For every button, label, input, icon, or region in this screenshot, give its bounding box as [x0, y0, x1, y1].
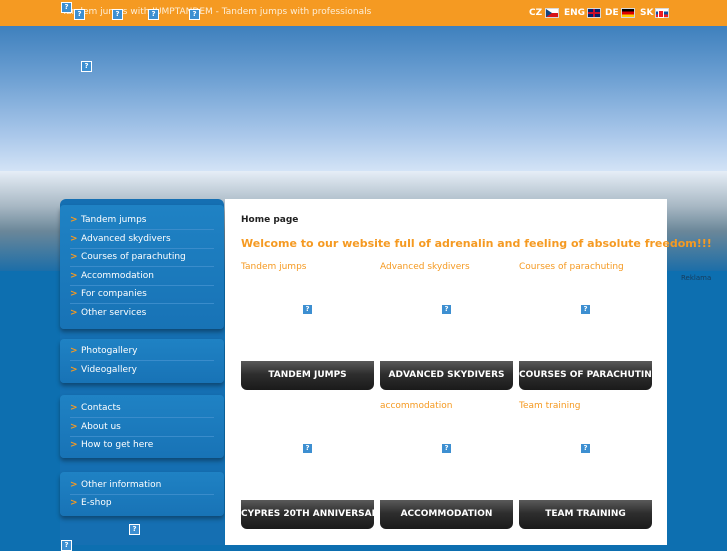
team-training-button[interactable]: TEAM TRAINING — [519, 500, 652, 529]
main-content: Home page Welcome to our website full of… — [225, 199, 712, 545]
lang-cz-link[interactable]: CZ — [529, 8, 542, 18]
tile-courses[interactable]: Courses of parachuting ? COURSES OF PARA… — [519, 262, 659, 395]
sidebar-item-other-information[interactable]: > Other information — [70, 476, 214, 495]
chevron-right-icon: > — [70, 346, 78, 356]
broken-image-icon: ? — [61, 2, 72, 13]
german-flag-icon[interactable] — [621, 8, 635, 18]
broken-image-icon: ? — [61, 540, 72, 551]
sidebar: > Tandem jumps > Advanced skydivers > Cours… — [60, 199, 224, 545]
tile-link[interactable]: Courses of parachuting — [519, 262, 624, 272]
broken-image-icon: ? — [74, 9, 85, 20]
tile-accommodation[interactable]: accommodation ? ACCOMMODATION — [380, 401, 513, 534]
accommodation-button[interactable]: ACCOMMODATION — [380, 500, 513, 529]
menu-group-info: > Contacts > About us > How to get here — [60, 395, 224, 458]
chevron-right-icon: > — [70, 234, 78, 244]
broken-image-icon[interactable]: ? — [580, 304, 591, 315]
chevron-right-icon: > — [70, 365, 78, 375]
broken-image-icon: ? — [148, 9, 159, 20]
lang-sk-link[interactable]: SK — [640, 8, 653, 18]
ad-label: Reklama — [681, 274, 712, 282]
sidebar-item-contacts[interactable]: > Contacts — [70, 399, 214, 418]
chevron-right-icon: > — [70, 403, 78, 413]
sidebar-item-for-companies[interactable]: > For companies — [70, 285, 214, 304]
top-bar: Tandem jumps with JUMPTANDEM - Tandem ju… — [0, 0, 727, 26]
broken-image-icon: ? — [112, 9, 123, 20]
courses-of-parachuting-button[interactable]: COURSES OF PARACHUTING — [519, 361, 659, 390]
tile-link[interactable]: accommodation — [380, 401, 452, 411]
sidebar-item-other-services[interactable]: > Other services — [70, 304, 214, 322]
sidebar-item-photogallery[interactable]: > Photogallery — [70, 342, 214, 361]
chevron-right-icon: > — [70, 480, 78, 490]
tile-team-training[interactable]: Team training ? TEAM TRAINING — [519, 401, 652, 534]
page-title: Home page — [241, 215, 299, 225]
broken-image-icon[interactable]: ? — [580, 443, 591, 454]
chevron-right-icon: > — [70, 271, 78, 281]
broken-image-icon[interactable]: ? — [441, 304, 452, 315]
tile-link[interactable]: Advanced skydivers — [380, 262, 470, 272]
chevron-right-icon: > — [70, 308, 78, 318]
advanced-skydivers-button[interactable]: ADVANCED SKYDIVERS — [380, 361, 513, 390]
chevron-right-icon: > — [70, 215, 78, 225]
sidebar-item-e-shop[interactable]: > E-shop — [70, 494, 214, 512]
site-tagline: Tandem jumps with JUMPTANDEM - Tandem ju… — [62, 7, 372, 17]
sidebar-item-courses[interactable]: > Courses of parachuting — [70, 248, 214, 267]
broken-logo-icon[interactable]: ? — [81, 61, 92, 72]
menu-group-services: > Tandem jumps > Advanced skydivers > Cours… — [60, 205, 224, 329]
slovak-flag-icon[interactable] — [655, 8, 669, 18]
chevron-right-icon: > — [70, 440, 78, 450]
uk-flag-icon[interactable] — [587, 8, 601, 18]
tile-cypres[interactable]: ? CYPRES 20TH ANNIVERSARY — [241, 401, 385, 534]
tile-link[interactable]: Tandem jumps — [241, 262, 306, 272]
chevron-right-icon: > — [70, 252, 78, 262]
czech-flag-icon[interactable] — [545, 8, 559, 18]
broken-image-icon[interactable]: ? — [302, 443, 313, 454]
header-sky-banner — [0, 26, 727, 171]
sidebar-item-accommodation[interactable]: > Accommodation — [70, 267, 214, 286]
cypres-anniversary-button[interactable]: CYPRES 20TH ANNIVERSARY — [241, 500, 385, 529]
tile-tandem-jumps[interactable]: Tandem jumps ? TANDEM JUMPS — [241, 262, 374, 395]
sidebar-item-how-to-get-here[interactable]: > How to get here — [70, 436, 214, 454]
broken-image-icon: ? — [189, 9, 200, 20]
sidebar-item-about-us[interactable]: > About us — [70, 418, 214, 437]
lang-de-link[interactable]: DE — [605, 8, 619, 18]
sidebar-item-videogallery[interactable]: > Videogallery — [70, 361, 214, 379]
tile-link[interactable]: Team training — [519, 401, 581, 411]
broken-image-icon: ? — [129, 524, 140, 535]
sidebar-item-tandem-jumps[interactable]: > Tandem jumps — [70, 211, 214, 230]
welcome-heading: Welcome to our website full of adrenalin… — [241, 237, 712, 250]
chevron-right-icon: > — [70, 289, 78, 299]
chevron-right-icon: > — [70, 422, 78, 432]
broken-image-icon[interactable]: ? — [302, 304, 313, 315]
tandem-jumps-button[interactable]: TANDEM JUMPS — [241, 361, 374, 390]
lang-eng-link[interactable]: ENG — [564, 8, 585, 18]
chevron-right-icon: > — [70, 498, 78, 508]
menu-group-gallery: > Photogallery > Videogallery — [60, 339, 224, 383]
tile-advanced-skydivers[interactable]: Advanced skydivers ? ADVANCED SKYDIVERS — [380, 262, 513, 395]
broken-image-icon[interactable]: ? — [441, 443, 452, 454]
menu-group-other: > Other information > E-shop — [60, 472, 224, 516]
sidebar-item-advanced-skydivers[interactable]: > Advanced skydivers — [70, 230, 214, 249]
